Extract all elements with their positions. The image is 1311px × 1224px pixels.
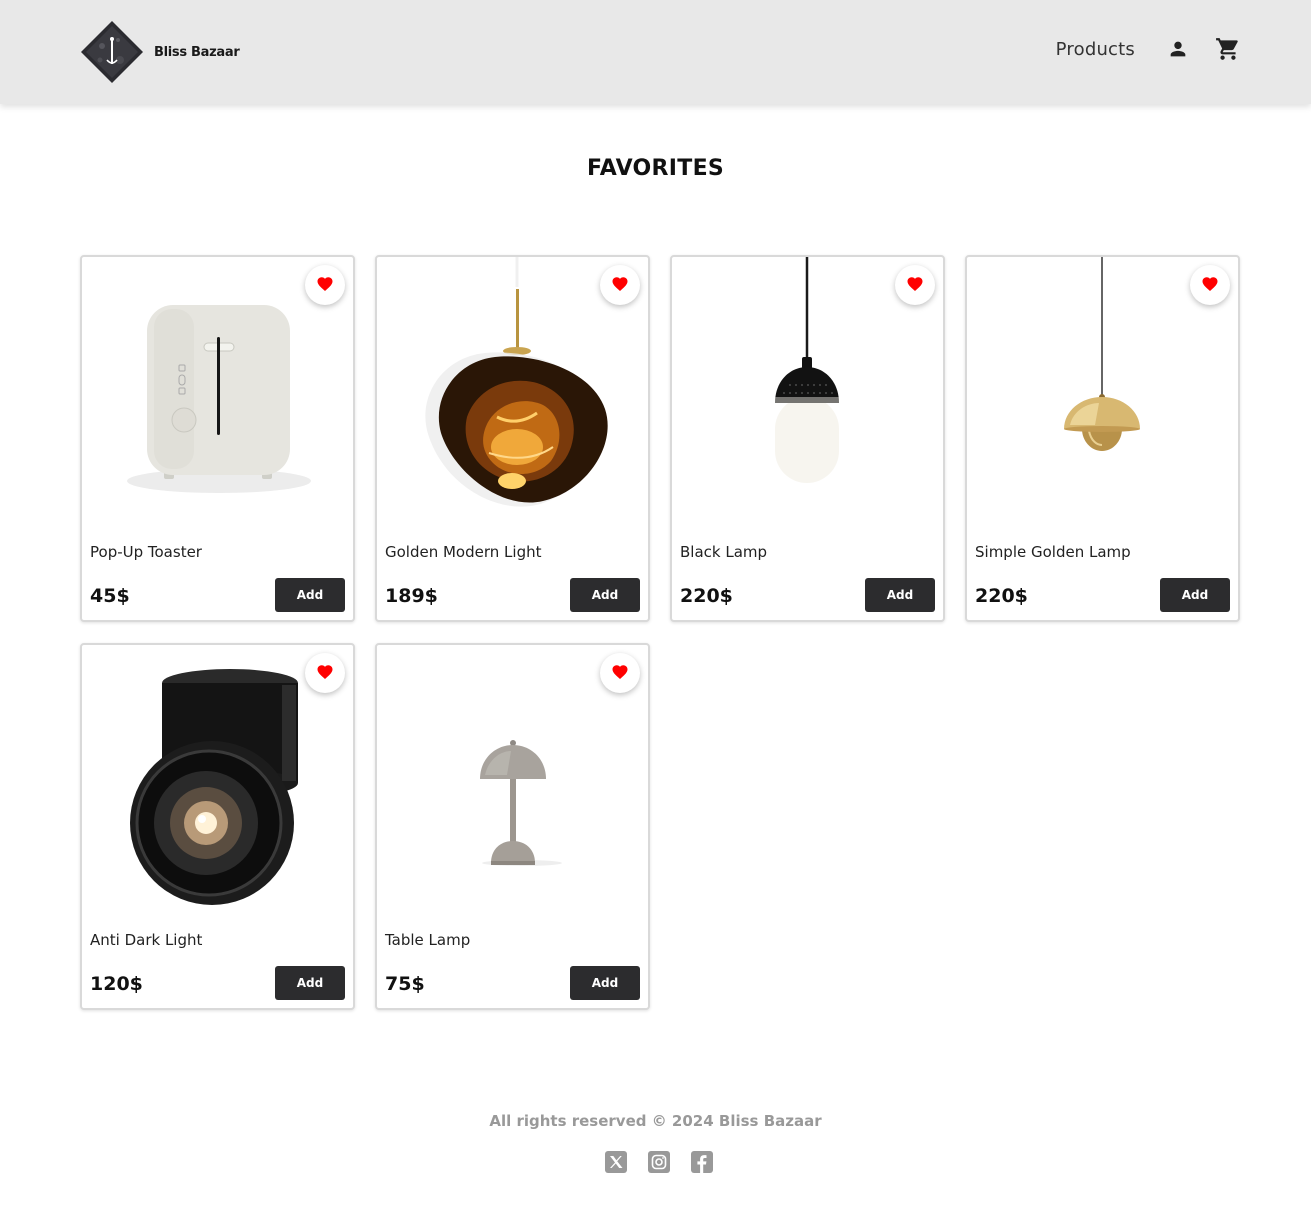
brand-logo-icon — [80, 20, 144, 84]
favorite-button[interactable] — [305, 653, 345, 693]
heart-icon — [906, 275, 924, 296]
instagram-icon[interactable] — [648, 1151, 670, 1173]
product-price: 120$ — [90, 973, 143, 995]
product-card: Pop-Up Toaster 45$ Add — [80, 255, 355, 622]
product-price: 45$ — [90, 585, 130, 607]
product-name: Simple Golden Lamp — [975, 543, 1131, 561]
product-price: 220$ — [680, 585, 733, 607]
cart-icon[interactable] — [1215, 36, 1241, 62]
person-icon[interactable] — [1165, 36, 1191, 62]
brand-logo-link[interactable]: Bliss Bazaar — [80, 20, 240, 84]
product-card: Simple Golden Lamp 220$ Add — [965, 255, 1240, 622]
favorite-button[interactable] — [600, 653, 640, 693]
product-name: Anti Dark Light — [90, 931, 203, 949]
add-to-cart-button[interactable]: Add — [865, 578, 935, 612]
header: Bliss Bazaar Products — [0, 0, 1311, 104]
add-to-cart-button[interactable]: Add — [275, 578, 345, 612]
main-nav: Products — [1056, 36, 1241, 62]
product-card: Table Lamp 75$ Add — [375, 643, 650, 1010]
product-card: Golden Modern Light 189$ Add — [375, 255, 650, 622]
add-to-cart-button[interactable]: Add — [275, 966, 345, 1000]
favorite-button[interactable] — [1190, 265, 1230, 305]
favorite-button[interactable] — [895, 265, 935, 305]
social-links — [605, 1151, 713, 1173]
footer-copyright: All rights reserved © 2024 Bliss Bazaar — [489, 1112, 822, 1130]
add-to-cart-button[interactable]: Add — [570, 578, 640, 612]
product-card: Anti Dark Light 120$ Add — [80, 643, 355, 1010]
brand-name: Bliss Bazaar — [154, 44, 240, 60]
product-name: Pop-Up Toaster — [90, 543, 202, 561]
product-name: Table Lamp — [385, 931, 471, 949]
facebook-icon[interactable] — [691, 1151, 713, 1173]
heart-icon — [1201, 275, 1219, 296]
add-to-cart-button[interactable]: Add — [1160, 578, 1230, 612]
favorite-button[interactable] — [305, 265, 345, 305]
page-title: FAVORITES — [586, 156, 725, 181]
product-price: 75$ — [385, 973, 425, 995]
product-price: 220$ — [975, 585, 1028, 607]
product-price: 189$ — [385, 585, 438, 607]
product-card: Black Lamp 220$ Add — [670, 255, 945, 622]
heart-icon — [611, 275, 629, 296]
add-to-cart-button[interactable]: Add — [570, 966, 640, 1000]
heart-icon — [316, 275, 334, 296]
heart-icon — [611, 663, 629, 684]
favorite-button[interactable] — [600, 265, 640, 305]
product-name: Black Lamp — [680, 543, 768, 561]
nav-products-link[interactable]: Products — [1056, 39, 1135, 60]
x-icon[interactable] — [605, 1151, 627, 1173]
product-name: Golden Modern Light — [385, 543, 542, 561]
heart-icon — [316, 663, 334, 684]
